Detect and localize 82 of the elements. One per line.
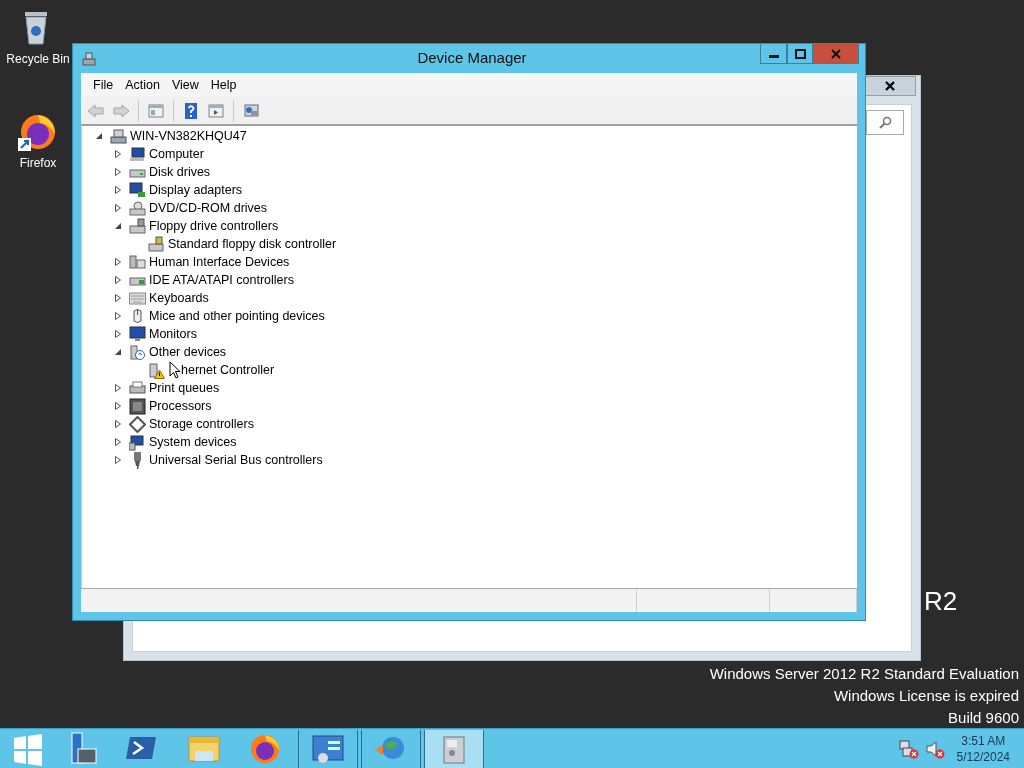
collapse-icon[interactable] [95,132,103,140]
expand-icon[interactable] [114,384,122,392]
expand-icon[interactable] [114,150,122,158]
tree-item[interactable]: Print queues [149,378,220,398]
tree-item[interactable]: WIN-VN382KHQU47 [130,126,247,146]
volume-muted-icon[interactable] [924,738,945,759]
menu-item[interactable]: Action [119,75,166,95]
license-text: Build 9600 [947,708,1019,728]
tree-item[interactable]: Monitors [149,324,197,344]
maximize-icon [794,48,806,59]
expand-icon[interactable] [114,294,122,302]
mouse-cursor-icon [169,361,181,380]
license-text: Windows License is expired [832,686,1019,706]
keyboard-icon [129,289,146,307]
collapse-icon[interactable] [114,348,122,356]
clock-date[interactable]: 5/12/2024 [956,748,1010,765]
minimize-icon [768,55,779,58]
expand-icon[interactable] [114,168,122,176]
unknown-device-icon [129,343,146,361]
expand-icon[interactable] [114,312,122,320]
tree-item[interactable]: Computer [149,144,204,164]
expand-icon[interactable] [114,456,122,464]
tree-item[interactable]: System devices [149,432,237,452]
desktop-icon-label[interactable]: Firefox [19,154,57,172]
properties-icon [147,101,165,120]
storage-controller-icon [129,415,146,433]
expand-icon[interactable] [114,204,122,212]
display-icon [129,181,146,199]
window-title: Device Manager [416,48,528,69]
expand-icon[interactable] [114,276,122,284]
tree-item[interactable]: Universal Serial Bus controllers [149,450,323,470]
input-device-icon [129,253,146,271]
tree-item[interactable]: Storage controllers [149,414,254,434]
menu-item[interactable]: Help [204,75,243,95]
scan-hardware-icon [242,101,260,120]
system-devices-icon [129,433,146,451]
collapse-icon[interactable] [114,222,122,230]
tree-item[interactable]: Keyboards [149,288,209,308]
tree-item[interactable]: Standard floppy disk controller [168,234,337,254]
expand-icon[interactable] [114,330,122,338]
tree-item[interactable]: Mice and other pointing devices [149,306,325,326]
network-error-icon[interactable] [898,738,919,759]
computer-icon [81,50,97,67]
taskbar-button[interactable] [298,729,358,768]
tree-item[interactable]: IDE ATA/ATAPI controllers [149,270,294,290]
computer-icon [129,145,146,163]
computer-icon [110,127,127,145]
tree-item[interactable]: DVD/CD-ROM drives [149,198,268,218]
taskbar-button[interactable] [361,729,421,768]
monitor-icon [129,325,146,343]
expand-icon[interactable] [114,186,122,194]
tree-item[interactable]: Floppy drive controllers [149,216,279,236]
expand-icon[interactable] [114,402,122,410]
panel-icon [207,101,225,120]
search-field[interactable] [866,110,904,135]
minimize-button[interactable] [760,44,787,64]
close-icon [831,48,841,59]
help-icon [182,101,200,120]
watermark-text: R2 [924,585,958,618]
close-icon [884,80,896,92]
menu-item[interactable]: File [87,75,120,95]
search-icon [878,115,892,130]
close-button[interactable] [864,76,916,96]
tree-item[interactable]: Disk drives [149,162,211,182]
tree-item[interactable]: hernet Controller [181,360,275,380]
processor-icon [129,397,146,415]
floppy-controller-icon [129,217,146,235]
clock-time[interactable]: 3:51 AM [956,732,1010,749]
printer-icon [129,379,146,397]
tree-item[interactable]: Other devices [149,342,227,362]
desktop-icon-label[interactable]: Recycle Bin [6,50,70,68]
expand-icon[interactable] [114,438,122,446]
menu-item[interactable]: View [165,75,205,95]
expand-icon[interactable] [114,258,122,266]
tree-item[interactable]: Human Interface Devices [149,252,290,272]
tree-item[interactable]: Processors [149,396,212,416]
license-text: Windows Server 2012 R2 Standard Evaluation [709,664,1019,684]
tree-item[interactable]: Display adapters [149,180,243,200]
expand-icon[interactable] [114,420,122,428]
maximize-button[interactable] [787,44,813,64]
optical-drive-icon [129,199,146,217]
taskbar-button[interactable] [424,729,484,768]
